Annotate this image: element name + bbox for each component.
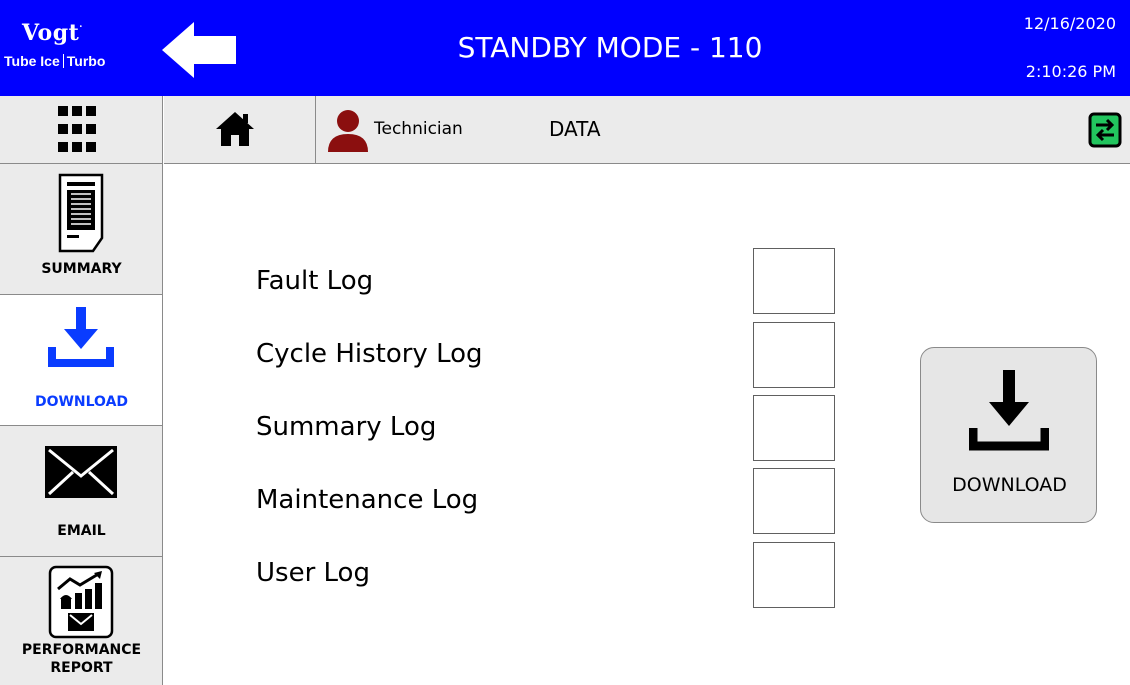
home-button[interactable] [164,96,316,163]
log-checkbox-user[interactable] [753,542,835,608]
sync-button[interactable] [1088,108,1122,152]
mode-title: STANDBY MODE - 110 [457,31,763,64]
main-menu-button[interactable] [0,96,163,164]
back-arrow-icon [162,22,236,78]
sidebar-item-download[interactable]: DOWNLOAD [0,295,163,426]
download-button-label: DOWNLOAD [952,474,1067,496]
page-title: DATA [549,117,601,141]
sidebar-item-performance-report[interactable]: PERFORMANCE REPORT [0,557,163,685]
sidebar-item-summary[interactable]: SUMMARY [0,164,163,295]
time-display: 2:10:26 PM [1025,62,1116,81]
log-label-maintenance: Maintenance Log [256,485,479,515]
sidebar-item-summary-label: SUMMARY [41,261,122,277]
download-button[interactable]: DOWNLOAD [920,347,1097,523]
user-role-label: Technician [374,119,463,139]
home-icon [216,112,254,146]
log-label-cycle-history: Cycle History Log [256,339,483,369]
download-icon [48,307,114,367]
log-checkbox-summary[interactable] [753,395,835,461]
log-checkbox-maintenance[interactable] [753,468,835,534]
sync-icon [1088,112,1122,148]
brand-sub-right: Turbo [66,53,106,69]
log-label-fault: Fault Log [256,266,374,296]
header-bar: Vogt. Tube Ice Turbo STANDBY MODE - 110 1… [0,0,1130,96]
sidebar: SUMMARY DOWNLOAD EMAIL PERFORMANCE REPOR… [0,164,163,685]
brand-name: Vogt [22,20,80,46]
sidebar-item-email[interactable]: EMAIL [0,426,163,557]
sidebar-item-download-label: DOWNLOAD [34,394,129,410]
grid-menu-icon [58,106,98,152]
brand-sub-left: Tube Ice [4,53,60,69]
envelope-icon [45,446,117,498]
nav-bar: Technician DATA [164,96,1130,164]
vogt-logo: Vogt. Tube Ice Turbo [0,0,157,96]
date-display: 12/16/2020 [1023,14,1116,33]
sidebar-item-email-label: EMAIL [57,523,106,539]
document-icon [58,173,104,253]
user-avatar-icon [328,110,368,152]
sidebar-item-performance-label-line2: REPORT [50,660,113,676]
log-checkbox-cycle-history[interactable] [753,322,835,388]
back-button[interactable] [160,20,240,80]
sidebar-item-performance-label-line1: PERFORMANCE [21,642,142,658]
log-checkbox-fault[interactable] [753,248,835,314]
download-icon [969,370,1049,451]
log-label-user: User Log [256,558,370,588]
log-label-summary: Summary Log [256,412,437,442]
report-icon [48,565,114,639]
